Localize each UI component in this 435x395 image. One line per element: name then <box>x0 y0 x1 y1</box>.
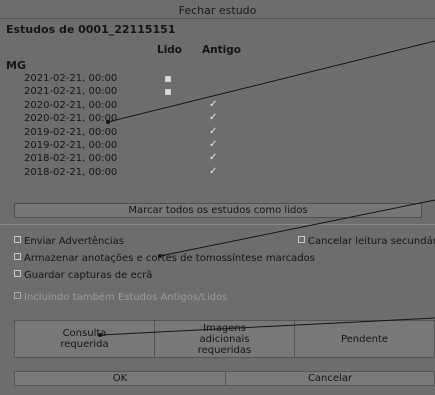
studies-heading: Estudos de 0001_22115151 <box>6 23 176 36</box>
ok-button[interactable]: OK <box>14 371 226 386</box>
old-study-check-icon: ✓ <box>209 139 218 150</box>
study-date: 2021-02-21, 00:00 <box>24 73 118 84</box>
study-row[interactable]: 2021-02-21, 00:00 <box>0 86 300 99</box>
study-date: 2019-02-21, 00:00 <box>24 126 118 138</box>
include-old-studies-label: Incluindo também Estudos Antigos/Lidos <box>24 292 228 303</box>
read-checkbox[interactable] <box>165 76 171 82</box>
cancel-button[interactable]: Cancelar <box>225 371 435 386</box>
study-date: 2019-02-21, 00:00 <box>24 140 118 151</box>
send-warnings-option[interactable]: Enviar Advertências <box>14 236 124 247</box>
store-annotations-option[interactable]: Armazenar anotações e cortes de tomossín… <box>14 253 315 264</box>
modality-group-label: MG <box>6 59 26 72</box>
old-study-check-icon: ✓ <box>209 152 218 164</box>
cancel-secondary-read-label: Cancelar leitura secundária <box>308 236 435 247</box>
study-row[interactable]: 2018-02-21, 00:00 ✓ <box>0 152 300 166</box>
cancel-secondary-read-option[interactable]: Cancelar leitura secundária <box>298 236 435 247</box>
additional-images-line2: adicionais <box>199 333 250 345</box>
dialog-title: Fechar estudo <box>178 4 257 17</box>
mark-all-read-button[interactable]: Marcar todos os estudos como lidos <box>14 203 422 218</box>
list-divider <box>0 224 435 225</box>
send-warnings-checkbox[interactable] <box>14 236 21 243</box>
consult-required-button[interactable]: Consulta requerida <box>14 320 155 358</box>
read-checkbox[interactable] <box>165 89 171 96</box>
study-row[interactable]: 2021-02-21, 00:00 <box>0 73 300 86</box>
study-row[interactable]: 2020-02-21, 00:00 ✓ <box>0 112 300 126</box>
old-study-check-icon: ✓ <box>209 112 218 124</box>
title-divider <box>0 18 435 19</box>
save-screenshots-option[interactable]: Guardar capturas de ecrã <box>14 270 152 281</box>
save-screenshots-checkbox[interactable] <box>14 270 21 277</box>
cancel-secondary-read-checkbox[interactable] <box>298 236 305 243</box>
store-annotations-checkbox[interactable] <box>14 253 21 260</box>
old-study-check-icon: ✓ <box>209 125 218 137</box>
study-row[interactable]: 2019-02-21, 00:00 ✓ <box>0 125 300 140</box>
study-date: 2021-02-21, 00:00 <box>24 86 118 98</box>
study-date: 2020-02-21, 00:00 <box>24 113 118 125</box>
pending-label: Pendente <box>340 333 389 345</box>
column-header-antigo: Antigo <box>202 44 241 56</box>
pending-button[interactable]: Pendente <box>294 320 435 358</box>
consult-required-line2: requerida <box>60 339 109 350</box>
old-study-check-icon: ✓ <box>209 98 218 110</box>
study-date: 2020-02-21, 00:00 <box>24 99 118 111</box>
study-row[interactable]: 2020-02-21, 00:00 ✓ <box>0 98 300 113</box>
include-old-studies-option[interactable]: Incluindo também Estudos Antigos/Lidos <box>14 292 227 303</box>
save-screenshots-label: Guardar capturas de ecrã <box>24 270 153 281</box>
old-study-check-icon: ✓ <box>209 165 218 177</box>
additional-images-line3: requeridas <box>197 344 252 356</box>
study-row[interactable]: 2018-02-21, 00:00 ✓ <box>0 165 300 180</box>
additional-images-button[interactable]: Imagens adicionais requeridas <box>154 320 295 358</box>
study-date: 2018-02-21, 00:00 <box>24 166 118 178</box>
study-row[interactable]: 2019-02-21, 00:00 ✓ <box>0 139 300 153</box>
include-old-studies-checkbox[interactable] <box>14 292 21 299</box>
consult-required-line1: Consulta <box>62 328 107 339</box>
additional-images-line1: Imagens <box>203 322 246 334</box>
column-header-lido: Lido <box>157 44 183 56</box>
send-warnings-label: Enviar Advertências <box>24 236 124 247</box>
study-date: 2018-02-21, 00:00 <box>24 153 118 165</box>
store-annotations-label: Armazenar anotações e cortes de tomossín… <box>24 253 315 264</box>
